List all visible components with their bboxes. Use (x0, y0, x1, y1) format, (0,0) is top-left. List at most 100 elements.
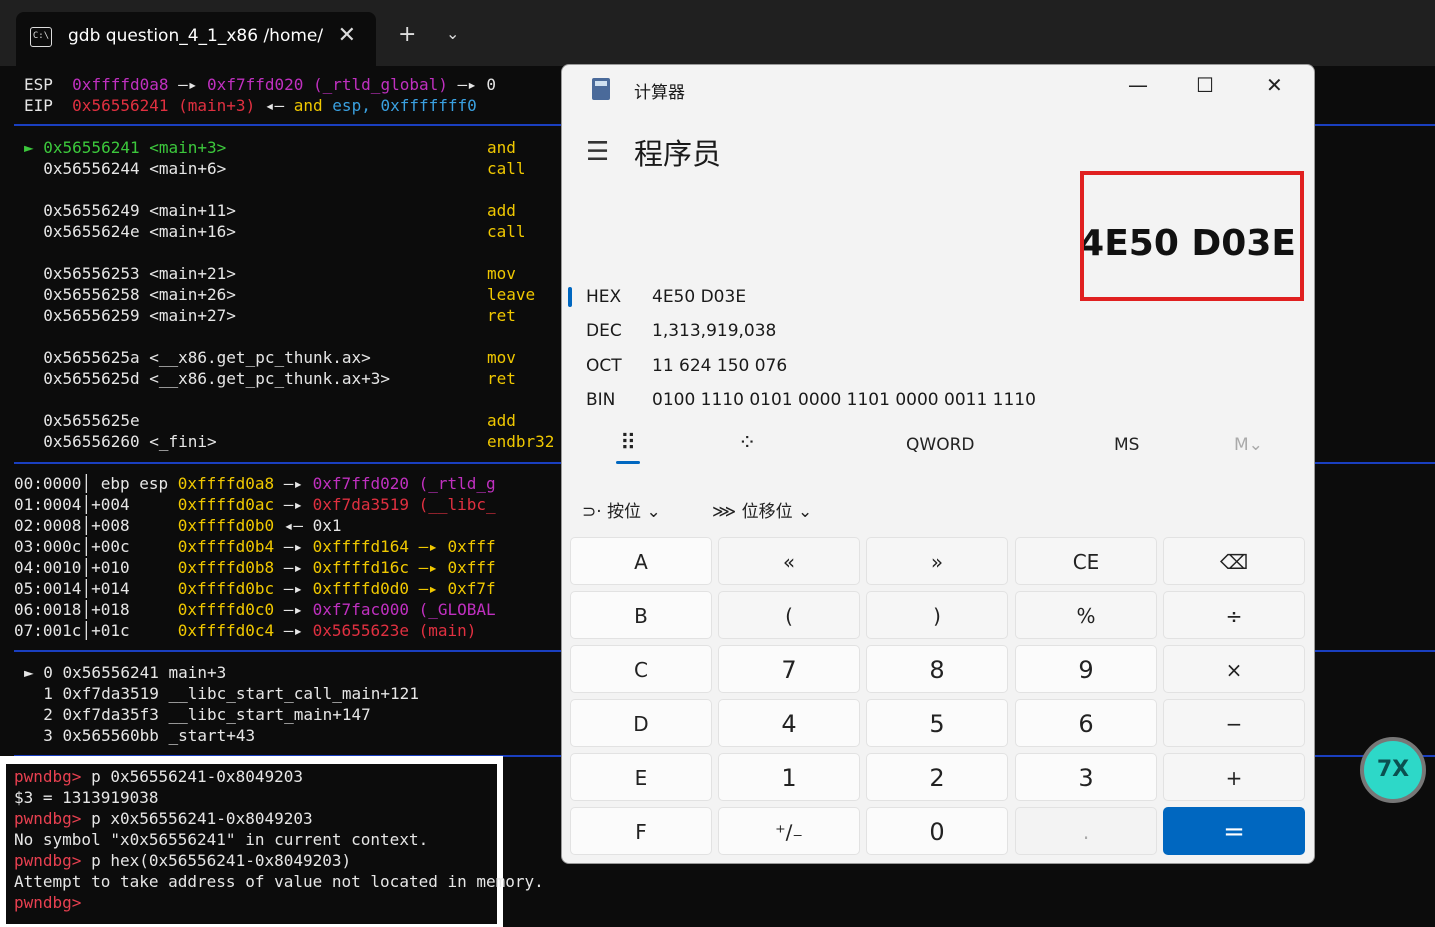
key-rotate-left[interactable]: « (718, 537, 860, 585)
key-decimal: . (1015, 807, 1157, 855)
maximize-icon[interactable]: ☐ (1196, 73, 1214, 97)
disasm-op: leave (487, 285, 536, 304)
stack-row: 02:0008│+008 0xffffd0b0 ◂— 0x1 (14, 516, 342, 535)
memory-list-button[interactable]: M⌄ (1234, 435, 1263, 455)
chevron-down-icon: ⌄ (646, 502, 661, 522)
bitshift-dropdown[interactable]: ⋙ 位移位 ⌄ (712, 497, 812, 522)
bitwise-dropdown[interactable]: ⊃· 按位 ⌄ (582, 497, 661, 522)
console-line: $3 = 1313919038 (14, 788, 159, 807)
disasm-line: ► 0x56556241 <main+3> (24, 138, 227, 157)
key-divide[interactable]: ÷ (1163, 591, 1305, 639)
key-4[interactable]: 4 (718, 699, 860, 747)
key-a[interactable]: A (570, 537, 712, 585)
disasm-line: 0x56556259 <main+27> (24, 306, 236, 325)
disasm-op: mov (487, 264, 516, 283)
pwndbg-console: pwndbg> p 0x56556241-0x8049203 $3 = 1313… (0, 756, 544, 927)
stack-row: 03:000c│+00c 0xffffd0b4 —▸ 0xffffd164 —▸… (14, 537, 496, 556)
minimize-icon[interactable]: — (1128, 73, 1148, 97)
key-d[interactable]: D (570, 699, 712, 747)
backspace-icon[interactable]: ⌫ (1163, 537, 1305, 585)
key-e[interactable]: E (570, 753, 712, 801)
word-size-button[interactable]: QWORD (906, 435, 974, 455)
key-close-paren[interactable]: ) (866, 591, 1008, 639)
calculator-title: 计算器 (634, 83, 685, 103)
full-keypad-icon[interactable]: ⠿ (620, 431, 636, 456)
reg-eip-line: EIP 0x56556241 (main+3) ◂— and esp, 0xff… (24, 96, 477, 115)
console-prompt[interactable]: pwndbg> (14, 892, 81, 913)
key-c[interactable]: C (570, 645, 712, 693)
backtrace-frame: 2 0xf7da35f3 __libc_start_main+147 (24, 705, 371, 724)
key-1[interactable]: 1 (718, 753, 860, 801)
chevron-down-icon: ⌄ (798, 502, 813, 522)
key-b[interactable]: B (570, 591, 712, 639)
key-3[interactable]: 3 (1015, 753, 1157, 801)
disasm-op: call (487, 222, 526, 241)
backtrace-frame: ► 0 0x56556241 main+3 (24, 663, 227, 682)
stack-row: 07:001c│+01c 0xffffd0c4 —▸ 0x5655623e (m… (14, 621, 477, 640)
key-negate[interactable]: ⁺∕₋ (718, 807, 860, 855)
disasm-line: 0x5655624e <main+16> (24, 222, 236, 241)
terminal-tab[interactable]: C:\ gdb question_4_1_x86 /home/ ✕ (16, 12, 376, 66)
menu-icon[interactable]: ☰ (586, 137, 609, 167)
disasm-op: and (487, 138, 516, 157)
backtrace-frame: 3 0x565560bb _start+43 (24, 726, 256, 745)
key-percent[interactable]: % (1015, 591, 1157, 639)
new-tab-button[interactable]: + (398, 22, 416, 47)
disasm-op: ret (487, 306, 516, 325)
key-clear-entry[interactable]: CE (1015, 537, 1157, 585)
stack-row: 06:0018│+018 0xffffd0c0 —▸ 0xf7fac000 (_… (14, 600, 496, 619)
highlight-box (1080, 171, 1304, 301)
disasm-line: 0x5655625e (24, 411, 140, 430)
key-add[interactable]: + (1163, 753, 1305, 801)
tab-dropdown-button[interactable]: ⌄ (446, 24, 459, 43)
key-equals[interactable]: = (1163, 807, 1305, 855)
key-f[interactable]: F (570, 807, 712, 855)
disasm-line: 0x56556249 <main+11> (24, 201, 236, 220)
stack-row: 04:0010│+010 0xffffd0b8 —▸ 0xffffd16c —▸… (14, 558, 496, 577)
mascot-icon[interactable]: 7X (1360, 737, 1426, 803)
backtrace-frame: 1 0xf7da3519 __libc_start_call_main+121 (24, 684, 419, 703)
disasm-op: add (487, 411, 516, 430)
key-0[interactable]: 0 (866, 807, 1008, 855)
calculator-app-icon (592, 78, 610, 100)
key-9[interactable]: 9 (1015, 645, 1157, 693)
key-7[interactable]: 7 (718, 645, 860, 693)
memory-store-button[interactable]: MS (1114, 435, 1139, 455)
close-tab-icon[interactable]: ✕ (338, 23, 356, 48)
disasm-op: add (487, 201, 516, 220)
disasm-op: mov (487, 348, 516, 367)
stack-row: 01:0004│+004 0xffffd0ac —▸ 0xf7da3519 (_… (14, 495, 496, 514)
bit-toggle-keypad-icon[interactable]: ⁘ (738, 431, 756, 456)
key-6[interactable]: 6 (1015, 699, 1157, 747)
console-line: pwndbg> p 0x56556241-0x8049203 (14, 767, 303, 786)
close-icon[interactable]: ✕ (1266, 73, 1283, 97)
key-8[interactable]: 8 (866, 645, 1008, 693)
key-5[interactable]: 5 (866, 699, 1008, 747)
keypad-selected-indicator (616, 461, 640, 464)
radix-selected-indicator (568, 287, 572, 307)
key-rotate-right[interactable]: » (866, 537, 1008, 585)
reg-esp-line: ESP 0xffffd0a8 —▸ 0xf7ffd020 (_rtld_glob… (24, 75, 497, 94)
calculator-mode-title: 程序员 (634, 137, 722, 171)
calculator-window: 计算器 — ☐ ✕ ☰ 程序员 4E50 D03E HEX 4E50 D03E D… (561, 64, 1315, 864)
tab-title: gdb question_4_1_x86 /home/ (68, 26, 324, 46)
disasm-op: endbr32 (487, 432, 555, 451)
disasm-line: 0x56556260 <_fini> (24, 432, 217, 451)
bitshift-icon: ⋙ (712, 502, 737, 522)
stack-row: 05:0014│+014 0xffffd0bc —▸ 0xffffd0d0 —▸… (14, 579, 496, 598)
terminal-icon: C:\ (30, 27, 52, 47)
disasm-op: call (487, 159, 526, 178)
console-line: Attempt to take address of value not loc… (14, 872, 544, 891)
key-multiply[interactable]: × (1163, 645, 1305, 693)
stack-row: 00:0000│ ebp esp 0xffffd0a8 —▸ 0xf7ffd02… (14, 474, 496, 493)
key-subtract[interactable]: − (1163, 699, 1305, 747)
key-open-paren[interactable]: ( (718, 591, 860, 639)
key-2[interactable]: 2 (866, 753, 1008, 801)
disasm-line: 0x56556244 <main+6> (24, 159, 227, 178)
disasm-line: 0x5655625d <__x86.get_pc_thunk.ax+3> (24, 369, 391, 388)
disasm-line: 0x5655625a <__x86.get_pc_thunk.ax> (24, 348, 371, 367)
logic-gate-icon: ⊃· (582, 502, 602, 522)
terminal-tab-bar: C:\ gdb question_4_1_x86 /home/ ✕ + ⌄ (0, 0, 1435, 66)
disasm-op: ret (487, 369, 516, 388)
console-body[interactable]: pwndbg> p 0x56556241-0x8049203 $3 = 1313… (6, 764, 544, 924)
